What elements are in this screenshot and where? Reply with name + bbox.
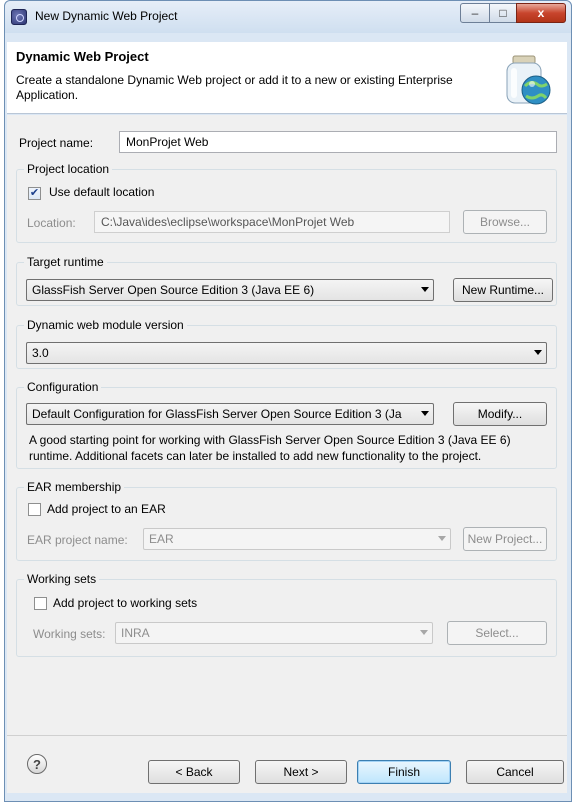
window-title: New Dynamic Web Project [35, 9, 178, 23]
module-version-group: Dynamic web module version 3.0 [16, 318, 557, 369]
use-default-location-checkbox[interactable]: ✔ [28, 187, 41, 200]
configuration-group: Configuration Default Configuration for … [16, 380, 557, 469]
new-runtime-button[interactable]: New Runtime... [453, 278, 553, 302]
ear-membership-group: EAR membership Add project to an EAR EAR… [16, 480, 557, 561]
module-version-select[interactable]: 3.0 [26, 342, 547, 364]
module-version-title: Dynamic web module version [24, 318, 187, 332]
configuration-description: A good starting point for working with G… [29, 432, 555, 464]
project-name-input[interactable]: MonProjet Web [119, 131, 557, 153]
web-project-jar-globe-icon [506, 55, 551, 105]
eclipse-app-icon [11, 9, 27, 25]
add-to-ear-label: Add project to an EAR [47, 502, 166, 516]
chevron-down-icon [421, 287, 429, 292]
page-description: Create a standalone Dynamic Web project … [16, 73, 453, 102]
ear-project-name-select[interactable]: EAR [143, 528, 451, 550]
modify-button[interactable]: Modify... [453, 402, 547, 426]
browse-button[interactable]: Browse... [463, 210, 547, 234]
configuration-description-line-1: A good starting point for working with G… [29, 433, 511, 447]
finish-button[interactable]: Finish [357, 760, 451, 784]
configuration-title: Configuration [24, 380, 102, 394]
working-sets-select[interactable]: INRA [115, 622, 433, 644]
project-name-label: Project name: [19, 136, 94, 150]
next-button[interactable]: Next > [255, 760, 347, 784]
add-to-ear-checkbox[interactable] [28, 503, 41, 516]
chevron-down-icon [534, 350, 542, 355]
add-to-working-sets-label: Add project to working sets [53, 596, 198, 610]
minimize-button[interactable]: – [460, 3, 490, 23]
close-button[interactable]: x [516, 3, 566, 23]
project-location-title: Project location [24, 162, 113, 176]
configuration-value: Default Configuration for GlassFish Serv… [32, 407, 402, 421]
ear-membership-title: EAR membership [24, 480, 125, 494]
wizard-content: Project name: MonProjet Web Project loca… [7, 115, 567, 735]
ear-project-name-label: EAR project name: [27, 533, 128, 547]
cancel-button[interactable]: Cancel [466, 760, 564, 784]
chevron-down-icon [421, 411, 429, 416]
working-sets-group: Working sets Add project to working sets… [16, 572, 557, 657]
target-runtime-value: GlassFish Server Open Source Edition 3 (… [32, 283, 315, 297]
maximize-icon: □ [499, 6, 507, 20]
chevron-down-icon [420, 630, 428, 635]
working-sets-label: Working sets: [33, 627, 106, 641]
close-icon: x [537, 6, 545, 20]
wizard-footer: ? < Back Next > Finish Cancel [7, 735, 567, 793]
help-icon[interactable]: ? [27, 754, 47, 774]
working-sets-value: INRA [121, 626, 150, 640]
dialog-window: New Dynamic Web Project – □ x Dynamic We… [4, 0, 572, 802]
working-sets-title: Working sets [24, 572, 100, 586]
back-button[interactable]: < Back [148, 760, 240, 784]
page-title: Dynamic Web Project [16, 49, 149, 64]
chevron-down-icon [438, 536, 446, 541]
configuration-select[interactable]: Default Configuration for GlassFish Serv… [26, 403, 434, 425]
new-project-button[interactable]: New Project... [463, 527, 547, 551]
configuration-description-line-2: runtime. Additional facets can later be … [29, 449, 482, 463]
project-location-group: Project location ✔ Use default location … [16, 162, 557, 243]
ear-project-name-value: EAR [149, 532, 174, 546]
add-to-working-sets-checkbox[interactable] [34, 597, 47, 610]
minimize-icon: – [471, 6, 479, 20]
target-runtime-group: Target runtime GlassFish Server Open Sou… [16, 255, 557, 306]
location-input[interactable]: C:\Java\ides\eclipse\workspace\MonProjet… [94, 211, 450, 233]
title-bar[interactable]: New Dynamic Web Project – □ x [5, 1, 571, 33]
location-label: Location: [27, 216, 76, 230]
maximize-button[interactable]: □ [489, 3, 517, 23]
module-version-value: 3.0 [32, 346, 49, 360]
use-default-location-label: Use default location [49, 185, 155, 199]
check-mark-icon: ✔ [29, 187, 40, 199]
target-runtime-title: Target runtime [24, 255, 107, 269]
wizard-banner: Dynamic Web Project Create a standalone … [7, 42, 567, 114]
select-working-sets-button[interactable]: Select... [447, 621, 547, 645]
target-runtime-select[interactable]: GlassFish Server Open Source Edition 3 (… [26, 279, 434, 301]
